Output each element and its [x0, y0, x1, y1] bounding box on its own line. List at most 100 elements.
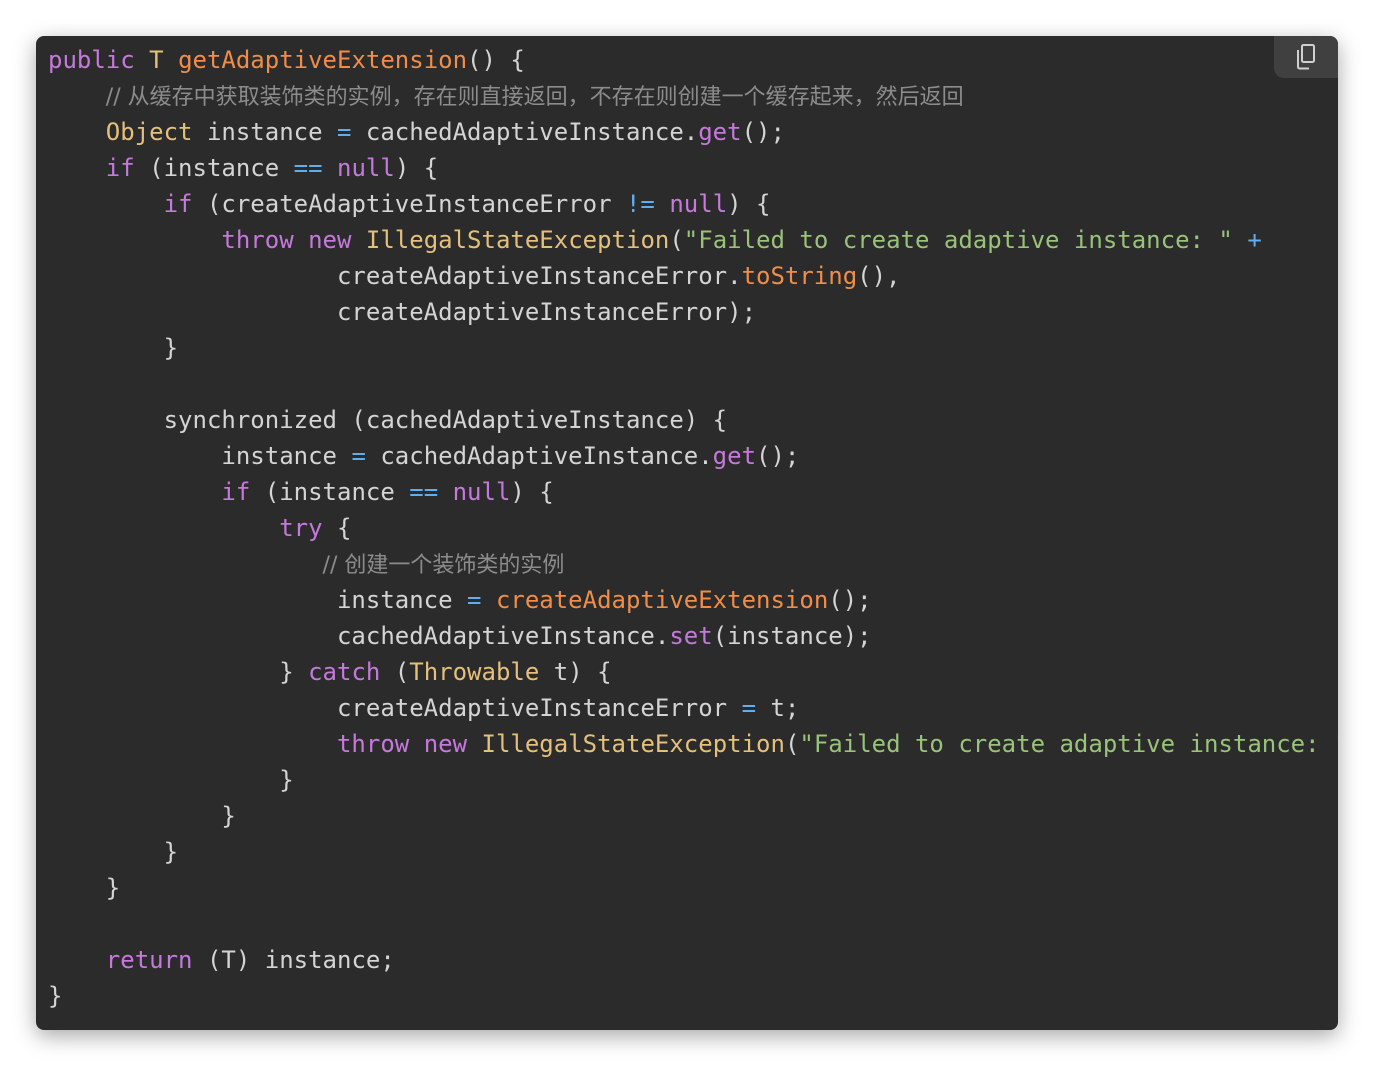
keyword-token: get	[712, 442, 757, 470]
function-token: createAdaptiveExtension	[495, 586, 829, 614]
code-text: ();	[741, 118, 785, 146]
code-line: createAdaptiveInstanceError);	[48, 294, 1338, 330]
code-text: }	[48, 982, 63, 1010]
code-text: ();	[756, 442, 800, 470]
operator-token: =	[467, 586, 482, 614]
code-line: instance = cachedAdaptiveInstance.get();	[48, 438, 1338, 474]
code-line: }	[48, 798, 1338, 834]
keyword-token: new	[423, 730, 468, 758]
function-token: getAdaptiveExtension	[178, 46, 468, 74]
keyword-token: set	[669, 622, 713, 650]
code-text: ) {	[510, 478, 554, 506]
code-text: }	[48, 838, 179, 866]
code-text: }	[48, 802, 236, 830]
code-text: instance	[48, 586, 468, 614]
code-text: {	[322, 514, 352, 542]
code-text: synchronized (cachedAdaptiveInstance) {	[48, 406, 728, 434]
code-text: }	[48, 658, 309, 686]
code-line: if (instance == null) {	[48, 474, 1338, 510]
type-token: IllegalStateException	[481, 730, 785, 758]
operator-token: !=	[625, 190, 655, 218]
keyword-token: null	[337, 154, 395, 182]
code-line: // 从缓存中获取装饰类的实例，存在则直接返回，不存在则创建一个缓存起来，然后返…	[48, 78, 1338, 114]
type-token: T	[149, 46, 164, 74]
keyword-token: if	[163, 190, 193, 218]
code-line: } catch (Throwable t) {	[48, 654, 1338, 690]
code-text: cachedAdaptiveInstance.	[365, 442, 713, 470]
code-line: }	[48, 978, 1338, 1014]
code-text: instance	[192, 118, 337, 146]
code-line: throw new IllegalStateException("Failed …	[48, 222, 1338, 258]
code-text: ) {	[727, 190, 771, 218]
code-text: cachedAdaptiveInstance.	[48, 622, 670, 650]
code-line: return (T) instance;	[48, 942, 1338, 978]
code-block: public T getAdaptiveExtension() { // 从缓存…	[36, 36, 1338, 1030]
code-text: createAdaptiveInstanceError.	[48, 262, 742, 290]
operator-token: ==	[409, 478, 439, 506]
keyword-token: throw	[221, 226, 294, 254]
code-text: t) {	[539, 658, 612, 686]
code-text: (	[380, 658, 410, 686]
keyword-token: get	[698, 118, 742, 146]
code-line: }	[48, 330, 1338, 366]
code-line: }	[48, 834, 1338, 870]
code-text: }	[48, 766, 294, 794]
code-text: createAdaptiveInstanceError	[48, 694, 742, 722]
code-text: ();	[828, 586, 872, 614]
keyword-token: if	[105, 154, 135, 182]
code-line: Object instance = cachedAdaptiveInstance…	[48, 114, 1338, 150]
code-line: }	[48, 870, 1338, 906]
keyword-token: throw	[336, 730, 410, 758]
code-line: throw new IllegalStateException("Failed …	[48, 726, 1338, 762]
keyword-token: public	[48, 46, 135, 74]
comment-token: // 创建一个装饰类的实例	[322, 553, 565, 578]
code-text: () {	[467, 46, 525, 74]
keyword-token: if	[221, 478, 251, 506]
code-text: (	[669, 226, 684, 254]
code-content[interactable]: public T getAdaptiveExtension() { // 从缓存…	[48, 42, 1338, 1014]
string-token: "Failed to create adaptive instance: "	[799, 730, 1338, 758]
code-text: (T) instance;	[192, 946, 395, 974]
operator-token: =	[351, 442, 366, 470]
code-text: }	[48, 334, 179, 362]
code-line: synchronized (cachedAdaptiveInstance) {	[48, 402, 1338, 438]
operator-token: ==	[293, 154, 323, 182]
code-line: }	[48, 762, 1338, 798]
keyword-token: try	[279, 514, 323, 542]
code-line: // 创建一个装饰类的实例	[48, 546, 1338, 582]
code-text: cachedAdaptiveInstance.	[351, 118, 699, 146]
code-text: (instance	[134, 154, 294, 182]
code-text: ) {	[394, 154, 439, 182]
type-token: IllegalStateException	[365, 226, 670, 254]
code-text: (instance);	[712, 622, 872, 650]
code-text: (	[784, 730, 800, 758]
code-text: createAdaptiveInstanceError);	[48, 298, 757, 326]
code-line: createAdaptiveInstanceError.toString(),	[48, 258, 1338, 294]
code-text: }	[48, 874, 121, 902]
code-text: (createAdaptiveInstanceError	[192, 190, 626, 218]
string-token: "Failed to create adaptive instance: "	[683, 226, 1233, 254]
operator-token: +	[1247, 226, 1262, 254]
operator-token: =	[337, 118, 352, 146]
code-line: instance = createAdaptiveExtension();	[48, 582, 1338, 618]
